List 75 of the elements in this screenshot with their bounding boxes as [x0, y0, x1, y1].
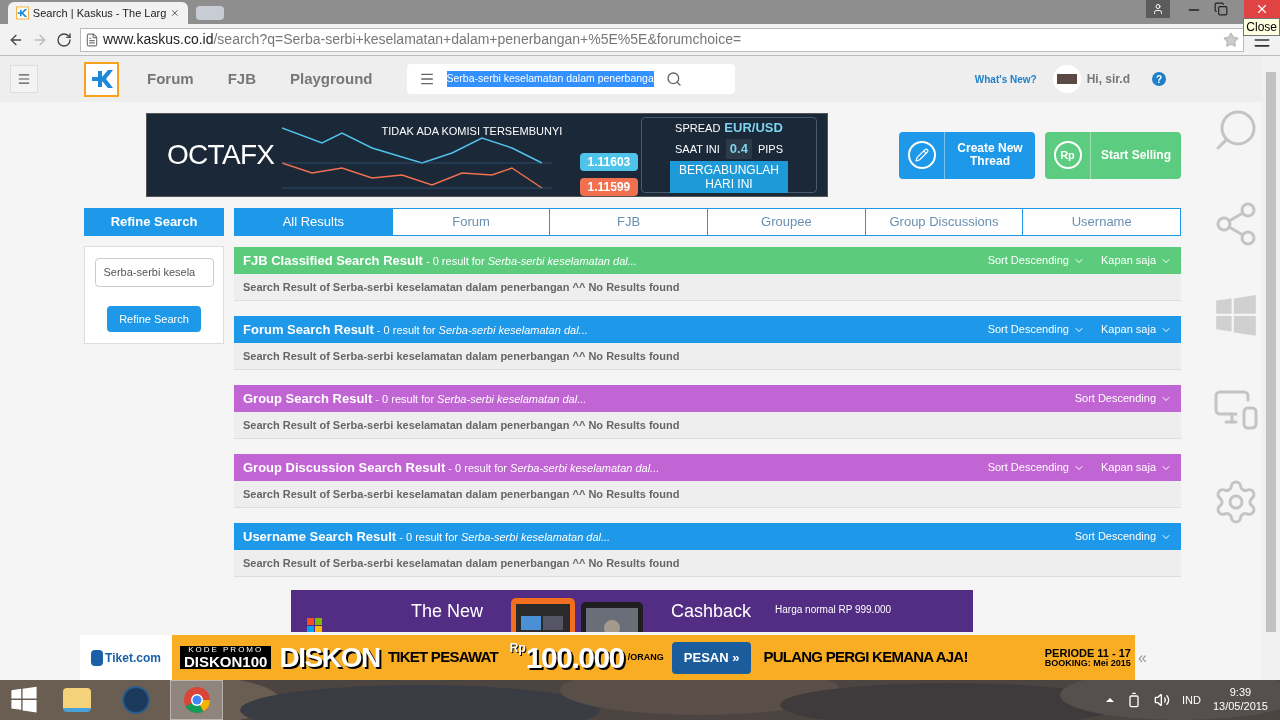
result-title: FJB Classified Search Result - 0 result for Serba-serbi keselamatan dal... [243, 251, 637, 270]
result-tab[interactable]: Forum [391, 208, 551, 236]
spread-label: SPREAD [675, 120, 721, 136]
refine-search-heading: Refine Search [84, 208, 224, 236]
tiket-brand: Tiket.com [105, 649, 161, 667]
url-path: /search?q=Serba-serbi+keselamatan+dalam+penerbangan+%5E%5E&forumchoice= [213, 31, 742, 47]
search-field[interactable]: Serba-serbi keselamatan dalam penerbanga [406, 64, 735, 94]
sort-dropdown[interactable]: Sort Descending [987, 459, 1085, 476]
result-tab[interactable]: Username [1022, 208, 1182, 236]
tooltip: Close [1243, 18, 1280, 36]
help-icon[interactable]: ? [1152, 72, 1166, 86]
slogan-text: PULANG PERGI KEMANA AJA! [763, 647, 968, 668]
now-label: SAAT INI [675, 141, 720, 157]
result-title: Forum Search Result - 0 result for Serba-serbi keselamatan dal... [243, 320, 588, 339]
discount-text: DISKON [279, 640, 380, 675]
no-results-text: Search Result of Serba-serbi keselamatan dalam penerbangan ^^ No Results found [243, 417, 680, 433]
rupiah-icon: Rp [1053, 141, 1082, 169]
price-low: 1.11599 [579, 178, 639, 196]
currency-text: Rp [509, 640, 526, 655]
time-dropdown[interactable]: Kapan saja [1100, 321, 1172, 338]
ad-headline: The New [411, 600, 484, 623]
ad-headline: TIDAK ADA KOMISI TERSEMBUNYI [381, 124, 563, 139]
amount-text: 100.000 [525, 640, 624, 676]
action-button[interactable]: Create New Thread [899, 131, 1035, 179]
no-results-text: Search Result of Serba-serbi keselamatan dalam penerbangan ^^ No Results found [243, 486, 680, 502]
browser-tab[interactable]: Search | Kaskus - The Larg [8, 2, 188, 24]
no-results-text: Search Result of Serba-serbi keselamatan dalam penerbangan ^^ No Results found [243, 555, 680, 571]
result-tab[interactable]: Group Discussions [864, 208, 1024, 236]
address-field[interactable]: www.kaskus.co.id/search?q=Serba-serbi+keselamatan+dalam+penerbangan+%5E%5E&forumchoice= [80, 27, 1244, 52]
refine-search-button[interactable]: Refine Search [107, 306, 201, 332]
result-title: Group Discussion Search Result - 0 result for Serba-serbi keselamatan dal... [243, 458, 660, 477]
nav-link[interactable]: Playground [290, 67, 373, 91]
time-dropdown[interactable]: Kapan saja [1100, 252, 1172, 269]
language-indicator[interactable]: IND [1182, 691, 1201, 709]
result-tab[interactable]: All Results [234, 208, 393, 236]
result-tab[interactable]: FJB [549, 208, 708, 236]
join-button[interactable]: BERGABUNGLAH HARI INI [670, 160, 788, 193]
pips-value: 0.4 [725, 139, 752, 159]
no-results-text: Search Result of Serba-serbi keselamatan dalam penerbangan ^^ No Results found [243, 348, 680, 364]
nav-link[interactable]: Forum [147, 67, 194, 91]
refine-input[interactable]: Serba-serbi kesela [94, 258, 214, 287]
sort-dropdown[interactable]: Sort Descending [1074, 528, 1172, 545]
sort-dropdown[interactable]: Sort Descending [987, 321, 1085, 338]
action-button[interactable]: Rp Start Selling [1045, 131, 1181, 179]
sort-dropdown[interactable]: Sort Descending [987, 252, 1085, 269]
clock-time[interactable]: 9:39 [1229, 686, 1252, 700]
order-button[interactable]: PESAN » [671, 641, 752, 674]
octafx-logo: OCTAFX [167, 138, 275, 172]
sort-dropdown[interactable]: Sort Descending [1074, 390, 1172, 407]
price-high: 1.11603 [579, 153, 639, 171]
bottom-ad-banner[interactable]: The New Cashback Harga normal RP 999.000 [291, 590, 973, 632]
cashback-label: Cashback [671, 600, 752, 623]
result-title: Username Search Result - 0 result for Serba-serbi keselamatan dal... [243, 527, 611, 546]
result-title: Group Search Result - 0 result for Serba-serbi keselamatan dal... [243, 389, 587, 408]
time-dropdown[interactable]: Kapan saja [1100, 459, 1172, 476]
booking-text: BOOKING: Mei 2015 [1044, 658, 1131, 668]
period-text: PERIODE 11 - 17 [1044, 647, 1131, 659]
ad-banner[interactable]: OCTAFX TIDAK ADA KOMISI TERSEMBUNYI 1.11603 1.11599 SPREAD EUR/USD SAAT INI 0.4 PIPS BERGABUNGLAH HARI INI [146, 113, 828, 197]
no-results-text: Search Result of Serba-serbi keselamatan dalam penerbangan ^^ No Results found [243, 279, 680, 295]
currency-pair: EUR/USD [724, 118, 783, 137]
tab-title: Search | Kaskus - The Larg [32, 5, 167, 21]
product-text: TIKET PESAWAT [387, 647, 498, 668]
whats-new-link[interactable]: What's New? [974, 71, 1037, 87]
price-note: Harga normal RP 999.000 [775, 603, 892, 617]
clock-date[interactable]: 13/05/2015 [1212, 700, 1268, 714]
url-host: www.kaskus.co.id [103, 31, 214, 47]
user-greeting[interactable]: Hi, sir.d [1086, 70, 1130, 88]
code-label: KODE PROMO [188, 646, 264, 654]
result-tab[interactable]: Groupee [707, 208, 866, 236]
collapse-button[interactable]: « [1138, 645, 1147, 670]
promo-code: DISKON100 [184, 654, 268, 669]
search-text: Serba-serbi keselamatan dalam penerbanga [446, 71, 654, 87]
per-person-text: /ORANG [627, 650, 664, 664]
pips-label: PIPS [757, 141, 783, 157]
nav-link[interactable]: FJB [227, 67, 256, 91]
